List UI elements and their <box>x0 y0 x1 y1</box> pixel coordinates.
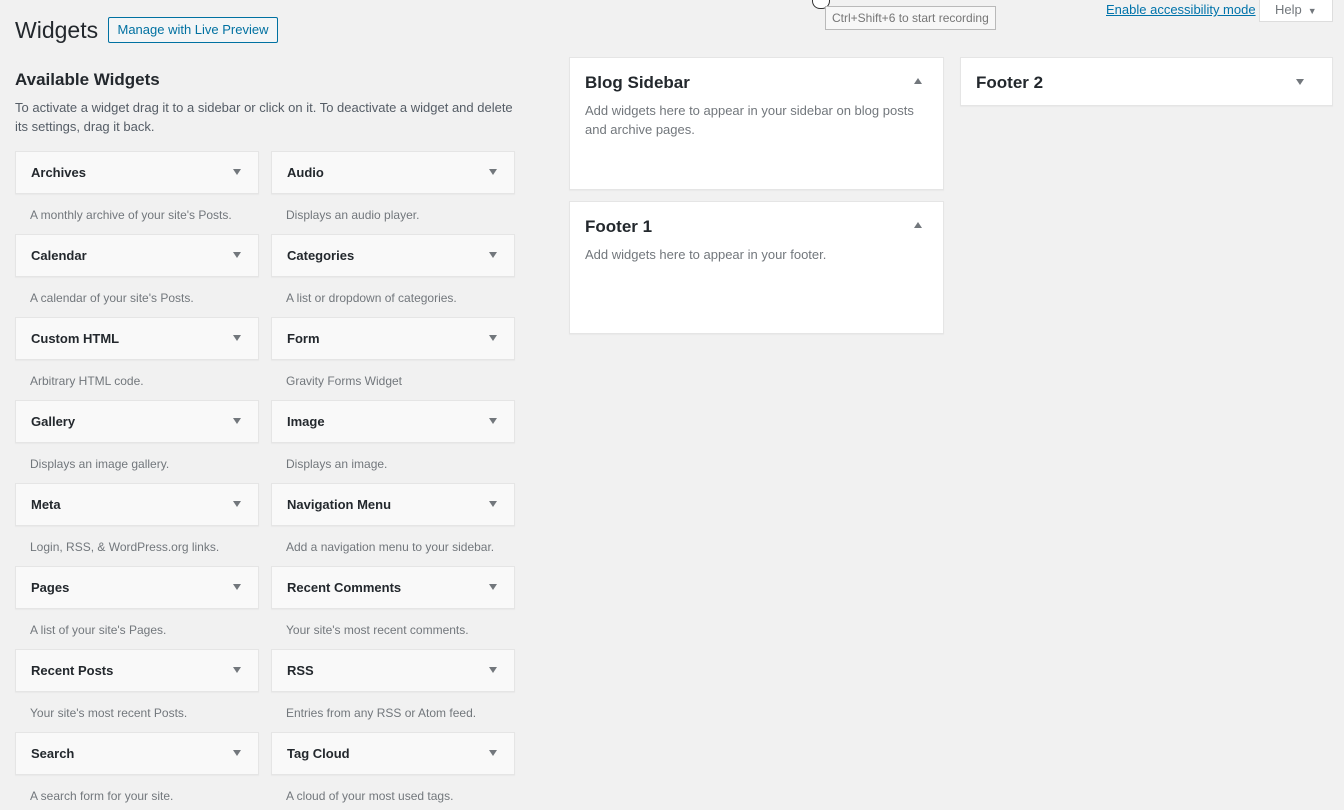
widget-search[interactable]: Search <box>15 732 259 775</box>
widget-title: Recent Comments <box>287 580 402 595</box>
chevron-down-icon[interactable] <box>1293 75 1307 89</box>
widget-title: Image <box>287 414 325 429</box>
chevron-down-icon[interactable] <box>486 165 500 179</box>
widget-title: Search <box>31 746 75 761</box>
widget-title: Pages <box>31 580 70 595</box>
widget-description: Add a navigation menu to your sidebar. <box>286 540 495 554</box>
widget-description: Displays an image gallery. <box>30 457 170 471</box>
chevron-down-icon[interactable] <box>486 497 500 511</box>
chevron-down-icon[interactable] <box>230 248 244 262</box>
help-tab[interactable]: Help ▼ <box>1259 0 1333 22</box>
widget-description: Login, RSS, & WordPress.org links. <box>30 540 220 554</box>
widget-pages[interactable]: Pages <box>15 566 259 609</box>
widget-description: A cloud of your most used tags. <box>286 789 454 803</box>
available-widgets-description: To activate a widget drag it to a sideba… <box>15 100 513 134</box>
manage-live-preview-button[interactable]: Manage with Live Preview <box>108 17 278 43</box>
widget-description: Displays an audio player. <box>286 208 420 222</box>
widget-navigation-menu[interactable]: Navigation Menu <box>271 483 515 526</box>
chevron-down-icon[interactable] <box>486 746 500 760</box>
sidebar-footer-1-description: Add widgets here to appear in your foote… <box>585 247 827 262</box>
widget-title: RSS <box>287 663 314 678</box>
available-widgets-title: Available Widgets <box>15 70 160 89</box>
widget-description: A calendar of your site's Posts. <box>30 291 194 305</box>
widget-form[interactable]: Form <box>271 317 515 360</box>
sidebar-blog: Blog Sidebar Add widgets here to appear … <box>569 57 944 190</box>
chevron-down-icon[interactable] <box>230 663 244 677</box>
widget-title: Meta <box>31 497 61 512</box>
widget-rss[interactable]: RSS <box>271 649 515 692</box>
sidebar-blog-title: Blog Sidebar <box>585 73 690 92</box>
enable-accessibility-link[interactable]: Enable accessibility mode <box>1106 1 1256 19</box>
widget-description: A monthly archive of your site's Posts. <box>30 208 232 222</box>
sidebar-footer-1-header[interactable]: Footer 1 <box>570 202 943 250</box>
widget-title: Navigation Menu <box>287 497 392 512</box>
page-title: Widgets <box>15 17 99 43</box>
widget-description: Your site's most recent comments. <box>286 623 469 637</box>
chevron-down-icon[interactable] <box>486 414 500 428</box>
widget-audio[interactable]: Audio <box>271 151 515 194</box>
widget-calendar[interactable]: Calendar <box>15 234 259 277</box>
widget-description: Your site's most recent Posts. <box>30 706 188 720</box>
widget-title: Archives <box>31 165 86 180</box>
sidebar-footer-2: Footer 2 <box>960 57 1333 106</box>
widget-description: A list or dropdown of categories. <box>286 291 457 305</box>
chevron-down-icon[interactable] <box>230 414 244 428</box>
chevron-down-icon[interactable] <box>230 580 244 594</box>
widget-title: Form <box>287 331 320 346</box>
widget-title: Calendar <box>31 248 87 263</box>
chevron-down-icon: ▼ <box>1307 6 1317 16</box>
widget-description: A search form for your site. <box>30 789 174 803</box>
widget-description: Gravity Forms Widget <box>286 374 403 388</box>
chevron-down-icon[interactable] <box>230 331 244 345</box>
help-label: Help <box>1275 2 1302 17</box>
sidebar-footer-2-header[interactable]: Footer 2 <box>961 58 1332 106</box>
sidebar-blog-description: Add widgets here to appear in your sideb… <box>585 103 914 137</box>
widget-title: Recent Posts <box>31 663 114 678</box>
chevron-down-icon[interactable] <box>486 248 500 262</box>
widget-description: Displays an image. <box>286 457 388 471</box>
widget-title: Custom HTML <box>31 331 120 346</box>
widget-title: Audio <box>287 165 324 180</box>
widget-description: Entries from any RSS or Atom feed. <box>286 706 477 720</box>
widget-description: A list of your site's Pages. <box>30 623 167 637</box>
chevron-up-icon[interactable] <box>911 219 925 233</box>
chevron-down-icon[interactable] <box>230 746 244 760</box>
chevron-down-icon[interactable] <box>486 663 500 677</box>
recording-tooltip: Ctrl+Shift+6 to start recording <box>825 6 996 30</box>
sidebar-footer-1: Footer 1 Add widgets here to appear in y… <box>569 201 944 334</box>
chevron-up-icon[interactable] <box>911 75 925 89</box>
sidebar-footer-2-title: Footer 2 <box>976 73 1044 92</box>
widget-tag-cloud[interactable]: Tag Cloud <box>271 732 515 775</box>
widget-recent-comments[interactable]: Recent Comments <box>271 566 515 609</box>
widget-title: Gallery <box>31 414 76 429</box>
widget-description: Arbitrary HTML code. <box>30 374 144 388</box>
widget-title: Categories <box>287 248 355 263</box>
chevron-down-icon[interactable] <box>486 331 500 345</box>
widget-archives[interactable]: Archives <box>15 151 259 194</box>
widget-meta[interactable]: Meta <box>15 483 259 526</box>
sidebar-blog-header[interactable]: Blog Sidebar <box>570 58 943 106</box>
chevron-down-icon[interactable] <box>486 580 500 594</box>
widget-gallery[interactable]: Gallery <box>15 400 259 443</box>
chevron-down-icon[interactable] <box>230 497 244 511</box>
widget-image[interactable]: Image <box>271 400 515 443</box>
widget-categories[interactable]: Categories <box>271 234 515 277</box>
widget-title: Tag Cloud <box>287 746 350 761</box>
sidebar-footer-1-title: Footer 1 <box>585 217 653 236</box>
widget-custom-html[interactable]: Custom HTML <box>15 317 259 360</box>
widget-recent-posts[interactable]: Recent Posts <box>15 649 259 692</box>
chevron-down-icon[interactable] <box>230 165 244 179</box>
